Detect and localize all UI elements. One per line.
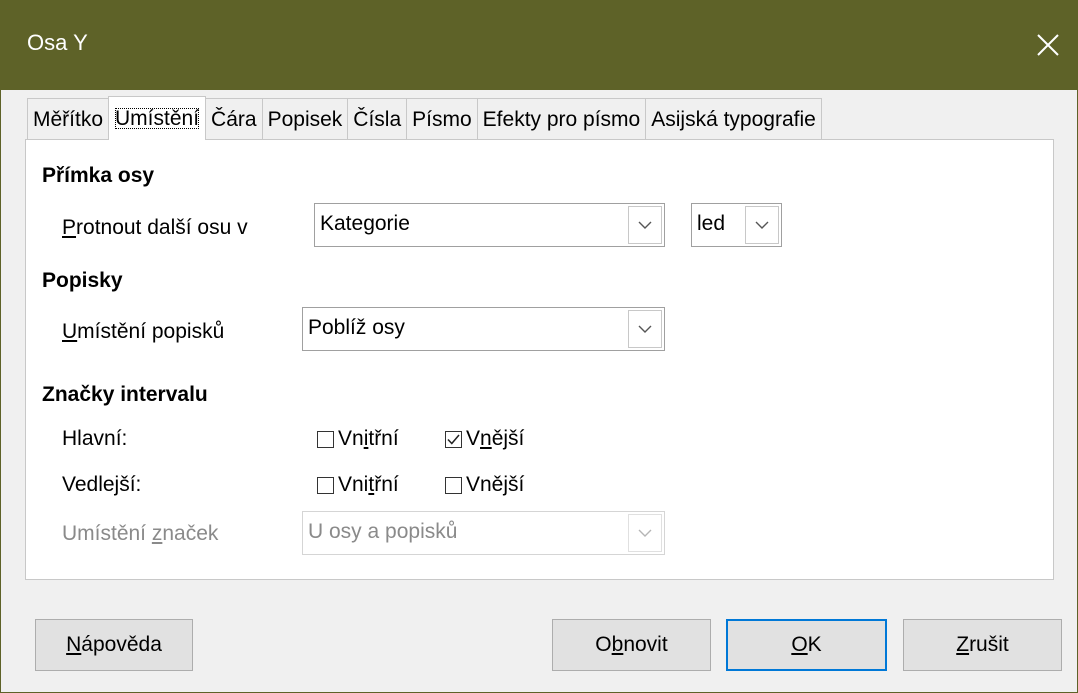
label-placement-dropdown[interactable]: Poblíž osy [302, 307, 665, 351]
tab-font[interactable]: Písmo [406, 98, 478, 140]
mark-placement-dropdown[interactable]: U osy a popisků [302, 511, 665, 555]
chevron-down-icon[interactable] [628, 310, 662, 348]
close-icon [1037, 34, 1059, 56]
major-outer-checkbox[interactable]: Vnější [445, 427, 524, 451]
axis-line-heading: Přímka osy [42, 164, 155, 187]
mark-placement-label: Umístění značek [62, 522, 219, 545]
minor-outer-checkbox[interactable]: Vnější [445, 473, 524, 497]
close-button[interactable] [1017, 0, 1078, 90]
window-title: Osa Y [27, 30, 88, 55]
major-inner-label: Vnitřní [338, 427, 399, 450]
labels-heading: Popisky [42, 269, 123, 292]
cross-sub-value: led [697, 212, 726, 235]
reset-button-label: Obnovit [595, 633, 668, 656]
major-outer-label: Vnější [466, 427, 525, 450]
tab-bar: Měřítko Umístění Čára Popisek Čísla Písm… [27, 96, 822, 140]
interval-marks-heading: Značky intervalu [42, 383, 208, 406]
chevron-down-icon[interactable] [745, 206, 779, 244]
minor-inner-label: Vnitřní [338, 473, 399, 496]
tab-panel: Přímka osy Protnout další osu v Kategori… [25, 139, 1054, 580]
major-inner-checkbox[interactable]: Vnitřní [317, 427, 399, 451]
tab-font-effects[interactable]: Efekty pro písmo [476, 98, 647, 140]
cross-axis-label: Protnout další osu v [62, 216, 248, 239]
major-label: Hlavní: [62, 427, 128, 450]
checkbox-checked-icon[interactable] [445, 430, 462, 448]
help-button[interactable]: Nápověda [35, 619, 193, 671]
tab-scale[interactable]: Měřítko [27, 98, 110, 140]
chevron-down-icon[interactable] [628, 206, 662, 244]
tab-line[interactable]: Čára [205, 98, 263, 140]
title-bar: Osa Y [1, 0, 1078, 90]
cross-value-dropdown[interactable]: led [691, 203, 782, 247]
cancel-button[interactable]: Zrušit [903, 619, 1062, 671]
checkbox-unchecked-icon[interactable] [445, 476, 462, 494]
ok-button-label: OK [791, 633, 822, 656]
reset-button[interactable]: Obnovit [552, 619, 711, 671]
help-button-label: Nápověda [66, 633, 162, 656]
minor-outer-label: Vnější [466, 473, 525, 496]
tab-label[interactable]: Popisek [261, 98, 349, 140]
mark-placement-value: U osy a popisků [308, 520, 458, 543]
dialog-window: Osa Y Měřítko Umístění Čára Popisek Čísl… [0, 0, 1078, 693]
cross-axis-value: Kategorie [320, 212, 410, 235]
tab-positioning[interactable]: Umístění [108, 96, 207, 140]
tab-numbers[interactable]: Čísla [347, 98, 408, 140]
checkbox-unchecked-icon[interactable] [317, 430, 334, 448]
minor-label: Vedlejší: [62, 473, 142, 496]
label-placement-label: Umístění popisků [62, 320, 225, 343]
cross-axis-dropdown[interactable]: Kategorie [314, 203, 665, 247]
cancel-button-label: Zrušit [956, 633, 1009, 656]
checkbox-unchecked-icon[interactable] [317, 476, 334, 494]
tab-asian-typography[interactable]: Asijská typografie [645, 98, 822, 140]
label-placement-value: Poblíž osy [308, 316, 405, 339]
chevron-down-icon [628, 514, 662, 552]
ok-button[interactable]: OK [726, 619, 887, 671]
minor-inner-checkbox[interactable]: Vnitřní [317, 473, 399, 497]
